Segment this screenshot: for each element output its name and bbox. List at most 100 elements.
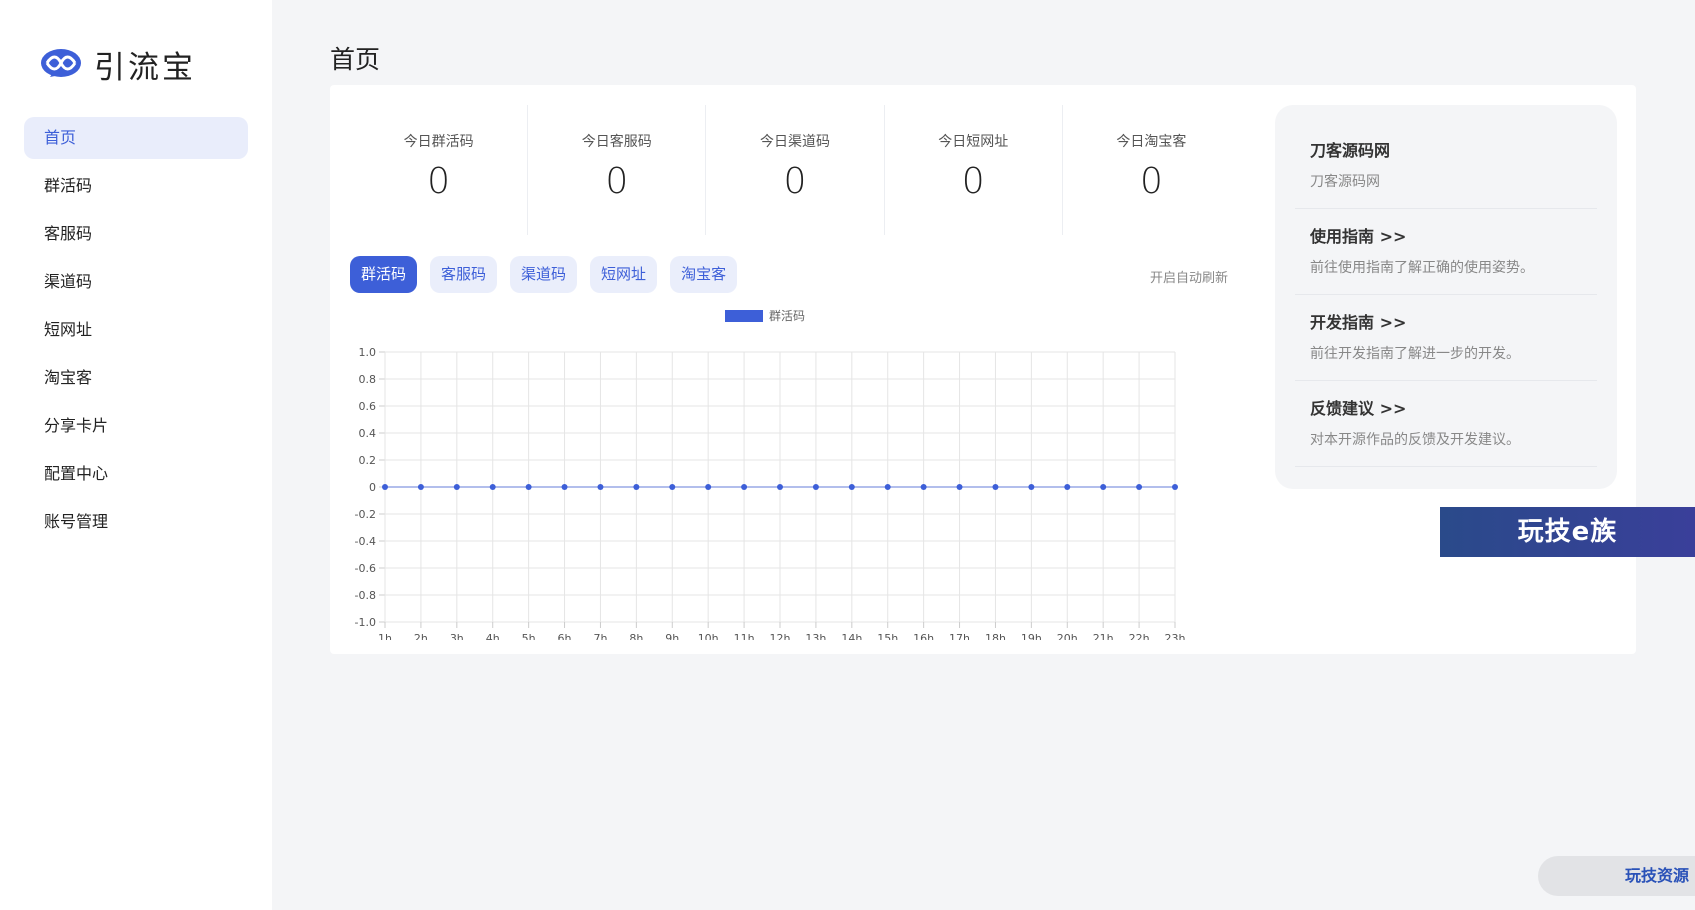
x-tick-label: 20h (1057, 632, 1078, 640)
panel-desc: 前往使用指南了解正确的使用姿势。 (1310, 260, 1534, 276)
stat-label: 今日淘宝客 (1116, 134, 1187, 150)
y-tick-label: -0.2 (355, 508, 376, 521)
panel-desc: 刀客源码网 (1310, 174, 1380, 190)
data-point (489, 484, 496, 490)
legend-swatch (725, 310, 763, 322)
data-point (812, 484, 819, 490)
data-point (1100, 484, 1107, 490)
stat-channel-code: 今日渠道码 0 (706, 105, 885, 235)
ad-banner[interactable]: 玩技e族 (1440, 507, 1695, 557)
panel-item-usage-guide[interactable]: 使用指南 >> 前往使用指南了解正确的使用姿势。 (1295, 209, 1597, 295)
data-point (1172, 484, 1178, 490)
floating-resource-button[interactable]: 玩技资源 (1538, 856, 1695, 896)
stat-value: 0 (605, 161, 629, 202)
data-point (1064, 484, 1071, 490)
panel-item-feedback[interactable]: 反馈建议 >> 对本开源作品的反馈及开发建议。 (1295, 381, 1597, 467)
data-point (1136, 484, 1143, 490)
panel-item-dev-guide[interactable]: 开发指南 >> 前往开发指南了解进一步的开发。 (1295, 295, 1597, 381)
data-point (920, 484, 927, 490)
x-tick-label: 16h (913, 632, 934, 640)
stat-group-code: 今日群活码 0 (350, 105, 529, 235)
data-point (525, 484, 532, 490)
panel-title: 使用指南 >> (1310, 227, 1407, 246)
data-point (382, 484, 388, 490)
data-point (633, 484, 640, 490)
stat-value: 0 (1139, 161, 1163, 202)
sidebar: 引流宝 首页 群活码 客服码 渠道码 短网址 淘宝客 分享卡片 配置中心 账号管… (0, 0, 272, 910)
data-point (848, 484, 855, 490)
stat-label: 今日短网址 (938, 134, 1009, 150)
x-tick-label: 18h (985, 632, 1006, 640)
y-tick-label: 0.4 (359, 427, 377, 440)
x-tick-label: 23h (1165, 632, 1186, 640)
x-tick-label: 8h (629, 632, 643, 640)
x-tick-label: 21h (1093, 632, 1114, 640)
x-tick-label: 15h (877, 632, 898, 640)
panel-title: 开发指南 >> (1310, 313, 1407, 332)
data-point (741, 484, 748, 490)
sidebar-item-home[interactable]: 首页 (24, 117, 248, 159)
x-tick-label: 7h (593, 632, 607, 640)
side-panel: 刀客源码网 刀客源码网 使用指南 >> 前往使用指南了解正确的使用姿势。 开发指… (1275, 105, 1617, 489)
stat-taobaoke: 今日淘宝客 0 (1063, 105, 1240, 235)
data-point (884, 484, 891, 490)
tab-taobaoke[interactable]: 淘宝客 (670, 256, 738, 293)
app-logo[interactable]: 引流宝 (40, 42, 196, 87)
x-tick-label: 1h (378, 632, 392, 640)
auto-refresh-toggle[interactable]: 开启自动刷新 (1150, 267, 1228, 286)
sidebar-item-config-center[interactable]: 配置中心 (24, 453, 248, 495)
x-tick-label: 22h (1129, 632, 1150, 640)
y-tick-label: -0.6 (355, 562, 376, 575)
y-tick-label: 0.8 (359, 373, 377, 386)
y-tick-label: 0.6 (359, 400, 377, 413)
x-tick-label: 19h (1021, 632, 1042, 640)
sidebar-item-taobaoke[interactable]: 淘宝客 (24, 357, 248, 399)
sidebar-item-group-code[interactable]: 群活码 (24, 165, 248, 207)
sidebar-item-account-management[interactable]: 账号管理 (24, 501, 248, 543)
data-point (597, 484, 604, 490)
tab-short-url[interactable]: 短网址 (590, 256, 658, 293)
stat-label: 今日客服码 (581, 134, 652, 150)
stat-value: 0 (961, 161, 985, 202)
logo-icon (41, 48, 81, 77)
sidebar-item-service-code[interactable]: 客服码 (24, 213, 248, 255)
data-point (453, 484, 460, 490)
line-chart: 群活码1.00.80.60.40.20-0.2-0.4-0.6-0.8-1.01… (355, 309, 1186, 640)
y-tick-label: -0.4 (355, 535, 376, 548)
x-tick-label: 5h (522, 632, 536, 640)
stat-service-code: 今日客服码 0 (528, 105, 707, 235)
panel-title: 反馈建议 >> (1310, 399, 1407, 418)
data-point (561, 484, 568, 490)
tab-channel-code[interactable]: 渠道码 (510, 256, 578, 293)
sidebar-item-short-url[interactable]: 短网址 (24, 309, 248, 351)
stat-label: 今日群活码 (403, 134, 474, 150)
stat-value: 0 (427, 161, 451, 202)
y-tick-label: 0 (369, 481, 376, 494)
data-point (417, 484, 424, 490)
x-tick-label: 13h (805, 632, 826, 640)
panel-item-daoke[interactable]: 刀客源码网 刀客源码网 (1295, 123, 1597, 209)
sidebar-item-channel-code[interactable]: 渠道码 (24, 261, 248, 303)
chart-tabs: 群活码 客服码 渠道码 短网址 淘宝客 (350, 256, 750, 293)
x-tick-label: 12h (770, 632, 791, 640)
x-tick-label: 14h (841, 632, 862, 640)
x-tick-label: 9h (665, 632, 679, 640)
tab-group-code[interactable]: 群活码 (350, 256, 418, 293)
x-tick-label: 4h (486, 632, 500, 640)
y-tick-label: -1.0 (355, 616, 376, 629)
app-name: 引流宝 (94, 50, 196, 86)
x-tick-label: 3h (450, 632, 464, 640)
sidebar-nav: 首页 群活码 客服码 渠道码 短网址 淘宝客 分享卡片 配置中心 账号管理 (24, 117, 248, 549)
stats-row: 今日群活码 0 今日客服码 0 今日渠道码 0 今日短网址 0 今日淘宝客 0 (350, 105, 1240, 235)
x-tick-label: 17h (949, 632, 970, 640)
stat-label: 今日渠道码 (760, 134, 830, 150)
data-point (669, 484, 676, 490)
y-tick-label: -0.8 (355, 589, 376, 602)
data-point (956, 484, 963, 490)
x-tick-label: 11h (734, 632, 755, 640)
tab-service-code[interactable]: 客服码 (430, 256, 498, 293)
panel-desc: 前往开发指南了解进一步的开发。 (1310, 346, 1520, 362)
data-point (992, 484, 999, 490)
sidebar-item-share-card[interactable]: 分享卡片 (24, 405, 248, 447)
page-title: 首页 (330, 45, 381, 74)
